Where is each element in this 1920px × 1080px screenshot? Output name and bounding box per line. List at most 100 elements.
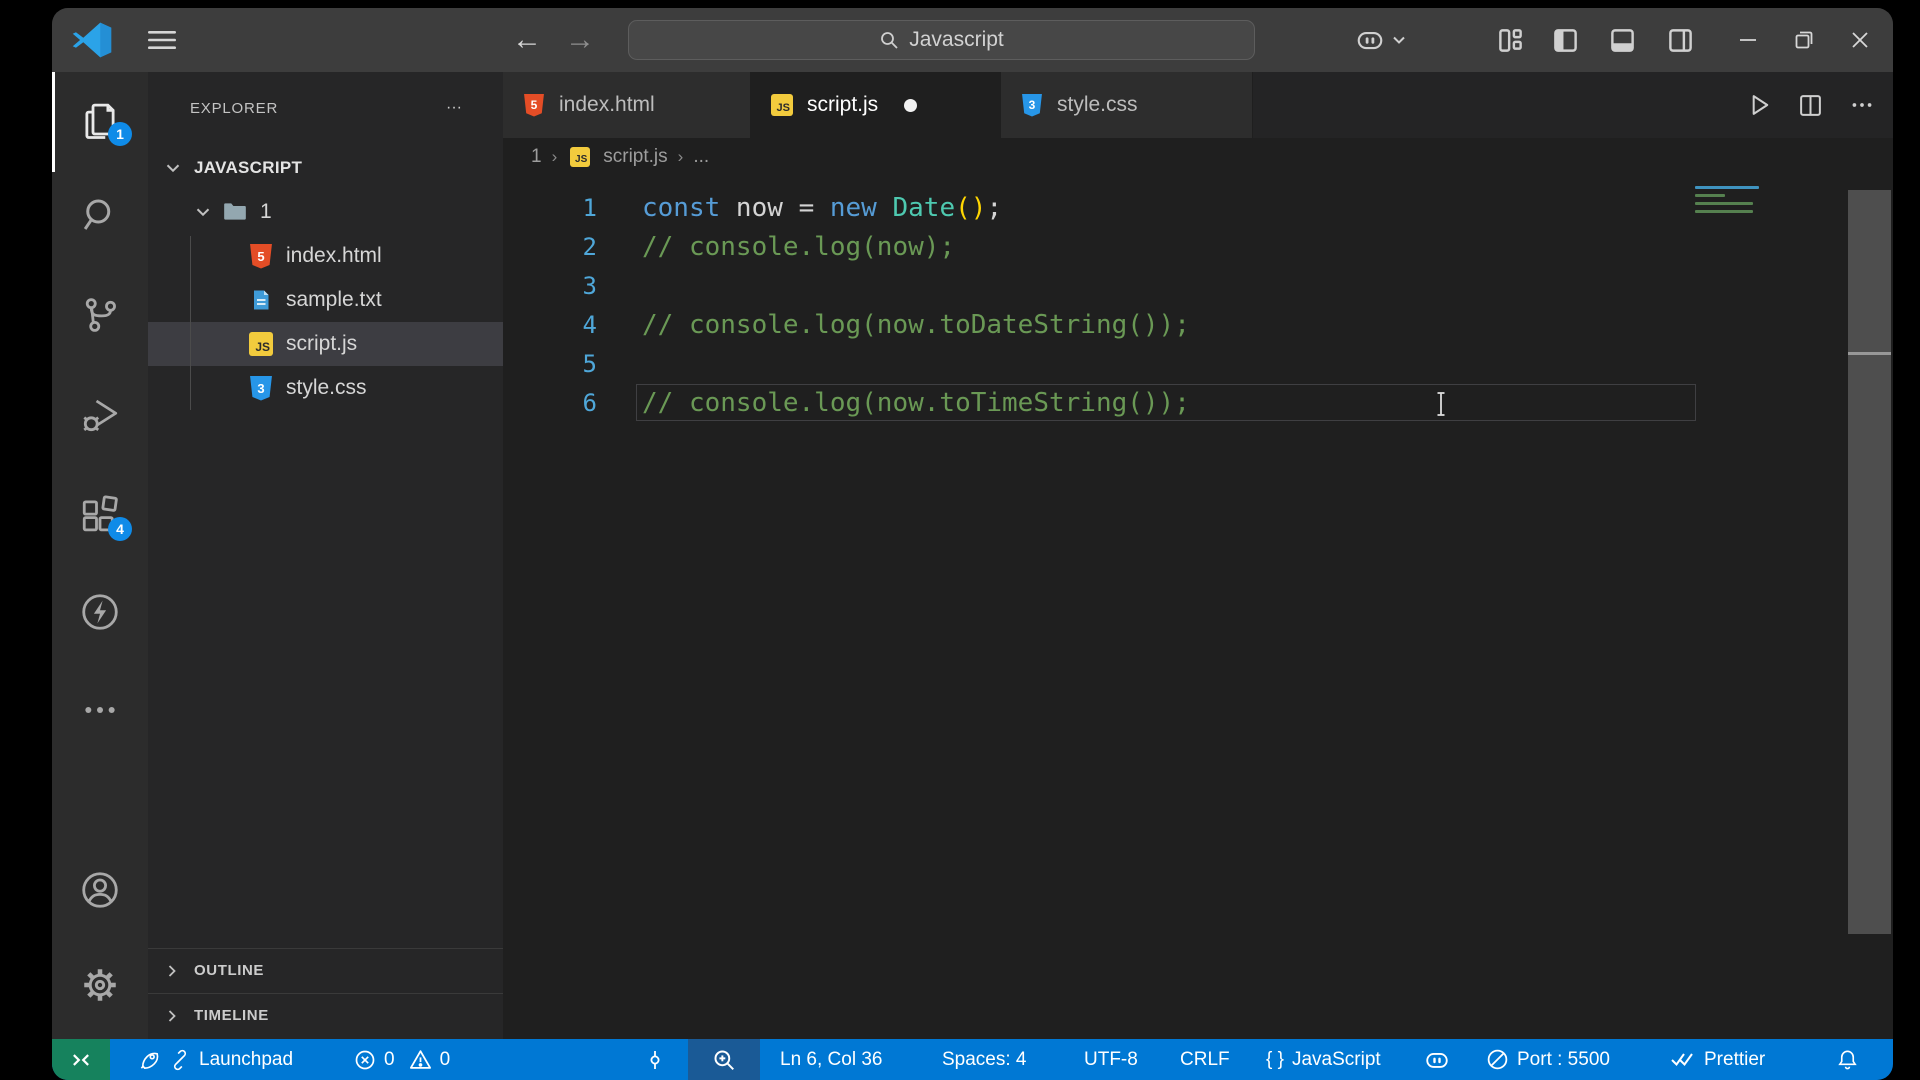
code-token: =	[798, 192, 815, 223]
breadcrumb: 1 › JS script.js › ...	[503, 138, 1893, 176]
explorer-badge: 1	[108, 122, 132, 146]
command-center-label: Javascript	[909, 28, 1004, 51]
line-number: 1	[582, 193, 597, 222]
minimize-button[interactable]	[1722, 8, 1774, 72]
tab-label: script.js	[807, 93, 879, 116]
extensions-badge: 4	[108, 517, 132, 541]
code-line[interactable]: 2 // console.log(now);	[503, 227, 1893, 266]
tab-script-js[interactable]: JS script.js	[751, 72, 1001, 138]
chevron-down-icon	[162, 157, 184, 179]
code-area[interactable]: 1 const now = new Date(); 2 // console.log(…	[503, 176, 1893, 1039]
split-editor-icon[interactable]	[1798, 93, 1823, 118]
tab-strip: 5 index.html JS script.js 3 style.css	[503, 72, 1893, 138]
forward-arrow-icon[interactable]: →	[560, 8, 600, 72]
scrollbar-mark	[1848, 352, 1891, 355]
run-button[interactable]	[1746, 92, 1772, 118]
file-row-script-js[interactable]: JS script.js	[148, 322, 503, 366]
breadcrumb-file[interactable]: script.js	[603, 146, 667, 168]
toggle-secondary-sidebar-icon[interactable]	[1658, 8, 1702, 72]
explorer-view-icon[interactable]: 1	[52, 82, 148, 158]
minimap-line	[1695, 194, 1725, 197]
file-row-index-html[interactable]: 5 index.html	[148, 234, 503, 278]
minimap-line	[1695, 210, 1753, 213]
minimap[interactable]	[1695, 186, 1761, 218]
formatter-item[interactable]: Prettier	[1664, 1039, 1771, 1080]
outline-label: OUTLINE	[194, 962, 265, 979]
timeline-section[interactable]: TIMELINE	[148, 993, 503, 1037]
breadcrumb-symbol[interactable]: ...	[693, 146, 709, 168]
indent-guide	[190, 236, 191, 410]
live-server-view-icon[interactable]	[52, 574, 148, 650]
file-row-sample-txt[interactable]: sample.txt	[148, 278, 503, 322]
scrollbar-thumb[interactable]	[1848, 190, 1891, 934]
extensions-view-icon[interactable]: 4	[52, 477, 148, 553]
css-file-icon: 3	[1019, 92, 1045, 118]
back-arrow-icon[interactable]: ←	[507, 8, 547, 72]
cursor-position-item[interactable]: Ln 6, Col 36	[774, 1039, 888, 1080]
copilot-status-item[interactable]	[1418, 1039, 1456, 1080]
code-line[interactable]: 6 // console.log(now.toTimeString());	[503, 383, 1893, 422]
modified-dot-icon[interactable]	[904, 98, 918, 112]
menu-icon[interactable]	[144, 24, 180, 56]
folder-row[interactable]: 1	[148, 190, 503, 234]
search-view-icon[interactable]	[52, 177, 148, 253]
js-file-icon: JS	[769, 92, 795, 118]
text-cursor-icon	[1437, 392, 1445, 416]
chevron-right-icon: ›	[677, 147, 684, 166]
chevron-down-icon[interactable]	[1384, 8, 1414, 72]
outline-section[interactable]: OUTLINE	[148, 948, 503, 992]
line-number: 4	[582, 310, 597, 339]
code-line[interactable]: 3	[503, 266, 1893, 305]
code-line[interactable]: 1 const now = new Date();	[503, 188, 1893, 227]
source-control-view-icon[interactable]	[52, 277, 148, 353]
minimap-line	[1695, 202, 1753, 205]
restore-button[interactable]	[1778, 8, 1830, 72]
screencast-item[interactable]	[638, 1039, 672, 1080]
customize-layout-icon[interactable]	[1488, 8, 1532, 72]
breadcrumb-folder[interactable]: 1	[531, 146, 542, 168]
indentation-item[interactable]: Spaces: 4	[936, 1039, 1033, 1080]
remote-indicator[interactable]	[52, 1039, 110, 1080]
code-line[interactable]: 5	[503, 344, 1893, 383]
line-number: 6	[582, 388, 597, 417]
folder-name: 1	[260, 200, 272, 223]
tab-style-css[interactable]: 3 style.css	[1001, 72, 1253, 138]
tab-index-html[interactable]: 5 index.html	[503, 72, 751, 138]
toggle-panel-icon[interactable]	[1600, 8, 1644, 72]
line-number: 2	[582, 232, 597, 261]
screencast-icon	[650, 1050, 660, 1069]
encoding-item[interactable]: UTF-8	[1078, 1039, 1144, 1080]
toggle-primary-sidebar-icon[interactable]	[1543, 8, 1587, 72]
launchpad-item[interactable]: Launchpad	[132, 1039, 299, 1080]
command-center-search[interactable]: Javascript	[628, 20, 1255, 60]
zoom-indicator[interactable]	[688, 1039, 760, 1080]
link-icon	[173, 1049, 187, 1070]
folder-open-icon	[222, 199, 248, 225]
code-line[interactable]: 4 // console.log(now.toDateString());	[503, 305, 1893, 344]
problems-item[interactable]: 0 0	[348, 1039, 456, 1080]
launchpad-label: Launchpad	[199, 1048, 294, 1070]
more-actions-icon[interactable]	[1849, 92, 1875, 118]
chevron-down-icon	[192, 201, 214, 223]
vertical-scrollbar[interactable]	[1848, 176, 1891, 1039]
sidebar-header: EXPLORER ···	[148, 92, 503, 128]
timeline-label: TIMELINE	[194, 1007, 269, 1024]
language-mode-item[interactable]: { } JavaScript	[1260, 1039, 1387, 1080]
warnings-icon	[409, 1050, 431, 1069]
settings-gear-icon[interactable]	[52, 947, 148, 1023]
code-token: // console.log(now);	[642, 231, 956, 262]
file-row-style-css[interactable]: 3 style.css	[148, 366, 503, 410]
code-token: new	[829, 192, 877, 223]
notifications-item[interactable]	[1830, 1039, 1865, 1080]
file-name: style.css	[286, 376, 367, 399]
explorer-more-actions-icon[interactable]: ···	[434, 92, 474, 124]
more-views-icon[interactable]	[52, 672, 148, 748]
port-item[interactable]: Port : 5500	[1480, 1039, 1616, 1080]
account-icon[interactable]	[52, 852, 148, 928]
chevron-right-icon	[162, 1006, 182, 1026]
close-button[interactable]	[1834, 8, 1886, 72]
run-debug-view-icon[interactable]	[52, 377, 148, 453]
file-name: index.html	[286, 244, 382, 267]
eol-item[interactable]: CRLF	[1174, 1039, 1236, 1080]
workspace-root-row[interactable]: JAVASCRIPT	[148, 146, 503, 190]
